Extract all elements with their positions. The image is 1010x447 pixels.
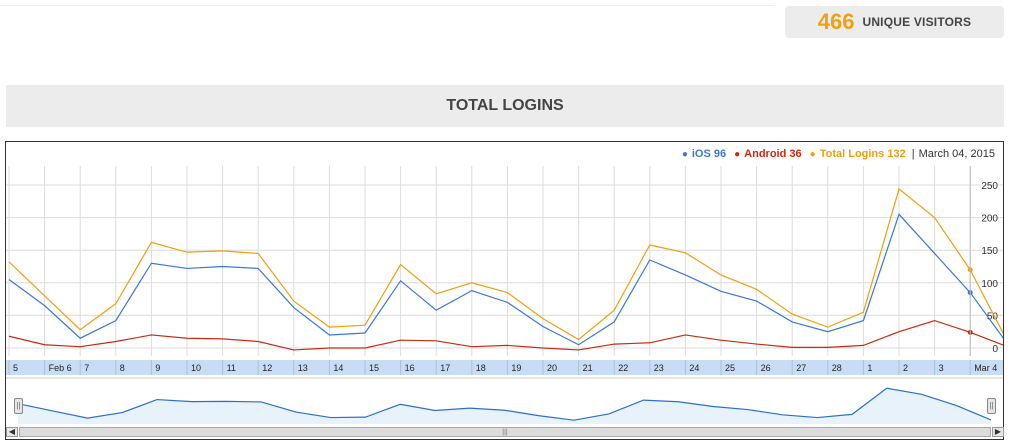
x-tick-label: 7 [84,363,89,373]
navigator-area [18,388,991,424]
scrollbar-track[interactable]: ||| [19,427,991,437]
x-tick-label: 28 [832,363,842,373]
series-line-ios [8,213,1003,346]
x-tick-label: Feb 6 [49,363,72,373]
total-logins-header: TOTAL LOGINS [6,85,1004,127]
x-tick-label: 23 [654,363,664,373]
y-tick-label: 100 [981,279,998,290]
x-tick-label: 2 [903,363,908,373]
y-tick-label: 200 [981,214,998,225]
x-tick-label: 15 [369,363,379,373]
x-tick-label: 27 [796,363,806,373]
x-tick-label: 20 [547,363,557,373]
x-tick-label: 9 [155,363,160,373]
x-tick-label: 10 [191,363,201,373]
x-tick-label: 14 [333,363,343,373]
x-tick-label: 21 [583,363,593,373]
navigator-left-handle[interactable]: || [14,398,23,414]
unique-visitors-count: 466 [817,9,855,34]
logins-chart: ● iOS 96 ● Android 36 ● Total Logins 132… [5,141,1004,440]
x-tick-label: 22 [618,363,628,373]
scroll-right-button[interactable]: ▶ [992,427,1004,437]
x-tick-label: 25 [725,363,735,373]
unique-visitors-stat: 466 UNIQUE VISITORS [785,6,1004,38]
x-tick-label: Mar 4 [974,363,997,373]
x-tick-label: 18 [476,363,486,373]
x-tick-label: 24 [689,363,699,373]
x-tick-label: 13 [298,363,308,373]
y-tick-label: 0 [992,344,998,355]
x-tick-label: 1 [867,363,872,373]
x-tick-label: 17 [440,363,450,373]
chart-plot[interactable]: 2502001501005005 Feb 6 7 8 9 10 11 12 13 14 15 16 17… [6,142,1003,439]
navigator-right-handle[interactable]: || [987,398,996,414]
scrollbar-grip[interactable]: ||| [502,429,507,436]
series-line-android [8,319,1003,351]
x-tick-label: 16 [405,363,415,373]
x-tick-label: 19 [511,363,521,373]
x-tick-label: 12 [262,363,272,373]
unique-visitors-label: UNIQUE VISITORS [862,15,972,29]
x-tick-label: 5 [13,363,18,373]
y-tick-label: 250 [981,181,998,192]
x-tick-label: 3 [939,363,944,373]
section-title: TOTAL LOGINS [446,97,564,114]
scroll-left-button[interactable]: ◀ [6,427,18,437]
x-tick-label: 8 [120,363,125,373]
x-tick-label: 11 [227,363,236,373]
y-tick-label: 150 [981,246,998,257]
header-divider [0,5,775,6]
x-tick-label: 26 [761,363,771,373]
